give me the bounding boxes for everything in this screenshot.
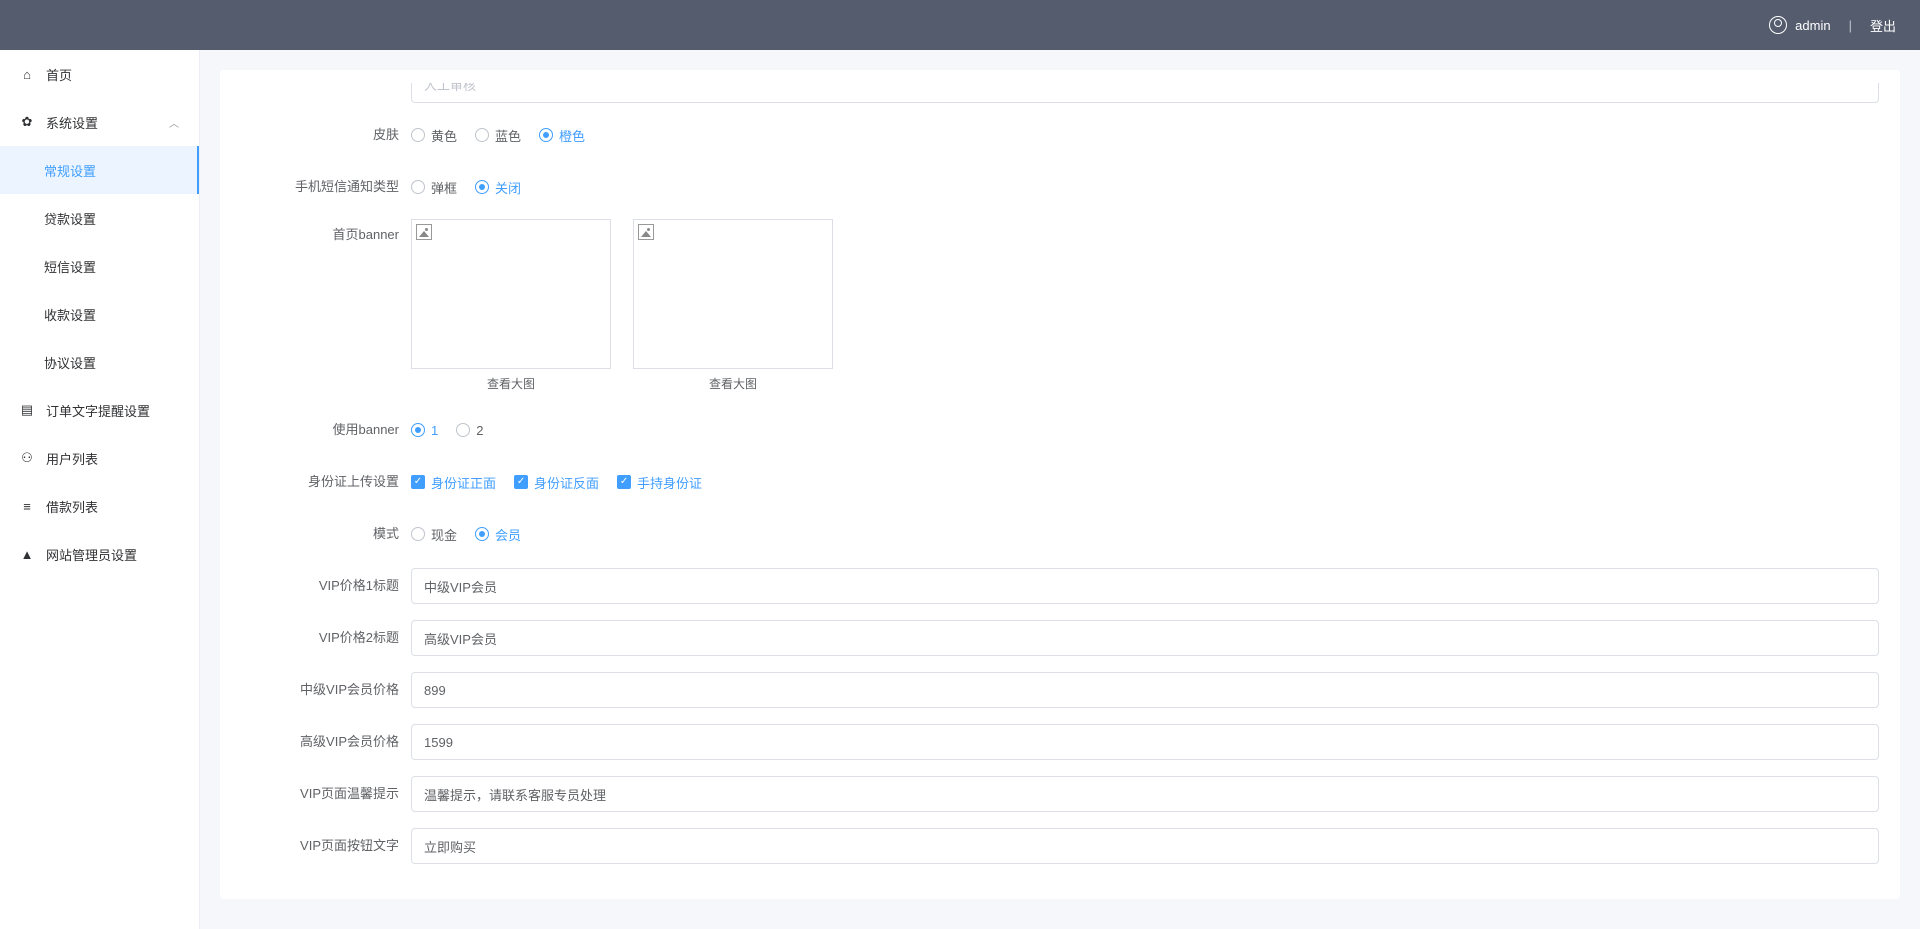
- row-vip2-title: VIP价格2标题: [241, 618, 1879, 658]
- menu-system[interactable]: ✿ 系统设置 ︿: [0, 98, 199, 146]
- topbar: admin | 登出: [0, 0, 1920, 50]
- submenu-receipt[interactable]: 收款设置: [0, 290, 199, 338]
- label-sms-notify: 手机短信通知类型: [241, 171, 411, 203]
- radio-sms-popup[interactable]: 弹框: [411, 178, 457, 197]
- broken-image-icon: [638, 224, 654, 240]
- chk-id-front[interactable]: ✓身份证正面: [411, 473, 496, 492]
- menu-order-reminder-label: 订单文字提醒设置: [46, 401, 150, 420]
- input-vip2-title[interactable]: [411, 620, 1879, 656]
- menu-home[interactable]: ⌂ 首页: [0, 50, 199, 98]
- radio-skin-yellow[interactable]: 黄色: [411, 126, 457, 145]
- menu-system-label: 系统设置: [46, 113, 98, 132]
- row-mode: 模式 现金 会员: [241, 514, 1879, 554]
- label-mode: 模式: [241, 518, 411, 550]
- submenu-agreement[interactable]: 协议设置: [0, 338, 199, 386]
- input-high-vip-price[interactable]: [411, 724, 1879, 760]
- users-icon: ⚇: [20, 451, 34, 465]
- radio-skin-blue[interactable]: 蓝色: [475, 126, 521, 145]
- label-vip1-title: VIP价格1标题: [241, 570, 411, 602]
- label-use-banner: 使用banner: [241, 414, 411, 446]
- label-skin: 皮肤: [241, 119, 411, 151]
- radio-sms-off[interactable]: 关闭: [475, 178, 521, 197]
- document-icon: ▤: [20, 403, 34, 417]
- label-id-upload: 身份证上传设置: [241, 466, 411, 498]
- menu-order-reminder[interactable]: ▤ 订单文字提醒设置: [0, 386, 199, 434]
- radio-mode-member[interactable]: 会员: [475, 525, 521, 544]
- row-high-vip-price: 高级VIP会员价格: [241, 722, 1879, 762]
- menu-users-label: 用户列表: [46, 449, 98, 468]
- cutoff-placeholder: 人工审核: [411, 83, 1879, 103]
- input-vip-tip[interactable]: [411, 776, 1879, 812]
- sidebar: ⌂ 首页 ✿ 系统设置 ︿ 常规设置 贷款设置 短信设置 收款设置: [0, 50, 200, 929]
- menu-home-label: 首页: [46, 65, 72, 84]
- banner-image-1[interactable]: [411, 219, 611, 369]
- submenu-general[interactable]: 常规设置: [0, 146, 199, 194]
- radio-use-banner-1[interactable]: 1: [411, 423, 438, 438]
- banner-image-2[interactable]: [633, 219, 833, 369]
- row-id-upload: 身份证上传设置 ✓身份证正面 ✓身份证反面 ✓手持身份证: [241, 462, 1879, 502]
- row-skin: 皮肤 黄色 蓝色 橙色: [241, 115, 1879, 155]
- row-vip-tip: VIP页面温馨提示: [241, 774, 1879, 814]
- row-vip-btn-text: VIP页面按钮文字: [241, 826, 1879, 866]
- input-mid-vip-price[interactable]: [411, 672, 1879, 708]
- input-vip1-title[interactable]: [411, 568, 1879, 604]
- username[interactable]: admin: [1795, 18, 1830, 33]
- submenu-sms-label: 短信设置: [44, 257, 96, 276]
- menu-loans[interactable]: ≡ 借款列表: [0, 482, 199, 530]
- row-cutoff: 人工审核: [241, 83, 1879, 103]
- content-area: 人工审核 皮肤 黄色 蓝色 橙色 手机短信通知类型 弹框: [200, 50, 1920, 929]
- label-vip-tip: VIP页面温馨提示: [241, 778, 411, 810]
- radio-skin-orange[interactable]: 橙色: [539, 126, 585, 145]
- view-big-1[interactable]: 查看大图: [411, 369, 611, 398]
- menu-admins[interactable]: ▲ 网站管理员设置: [0, 530, 199, 578]
- label-vip-btn-text: VIP页面按钮文字: [241, 830, 411, 862]
- banner-slot-2: 查看大图: [633, 219, 833, 398]
- person-icon: ▲: [20, 547, 34, 561]
- submenu-general-label: 常规设置: [44, 161, 96, 180]
- divider: |: [1849, 18, 1852, 33]
- menu-loans-label: 借款列表: [46, 497, 98, 516]
- submenu-sms[interactable]: 短信设置: [0, 242, 199, 290]
- row-banner: 首页banner 查看大图 查看大图: [241, 219, 1879, 398]
- row-use-banner: 使用banner 1 2: [241, 410, 1879, 450]
- home-icon: ⌂: [20, 67, 34, 81]
- avatar-icon: [1769, 16, 1787, 34]
- label-vip2-title: VIP价格2标题: [241, 622, 411, 654]
- menu-admins-label: 网站管理员设置: [46, 545, 137, 564]
- row-vip1-title: VIP价格1标题: [241, 566, 1879, 606]
- row-mid-vip-price: 中级VIP会员价格: [241, 670, 1879, 710]
- submenu-receipt-label: 收款设置: [44, 305, 96, 324]
- view-big-2[interactable]: 查看大图: [633, 369, 833, 398]
- label-banner: 首页banner: [241, 219, 411, 251]
- user-block: admin | 登出: [1769, 16, 1896, 35]
- submenu-loan[interactable]: 贷款设置: [0, 194, 199, 242]
- input-vip-btn-text[interactable]: [411, 828, 1879, 864]
- submenu-loan-label: 贷款设置: [44, 209, 96, 228]
- gear-icon: ✿: [20, 115, 34, 129]
- broken-image-icon: [416, 224, 432, 240]
- label-mid-vip-price: 中级VIP会员价格: [241, 674, 411, 706]
- logout-link[interactable]: 登出: [1870, 16, 1896, 35]
- form-panel: 人工审核 皮肤 黄色 蓝色 橙色 手机短信通知类型 弹框: [220, 70, 1900, 899]
- radio-mode-cash[interactable]: 现金: [411, 525, 457, 544]
- menu-users[interactable]: ⚇ 用户列表: [0, 434, 199, 482]
- chk-id-hand[interactable]: ✓手持身份证: [617, 473, 702, 492]
- label-high-vip-price: 高级VIP会员价格: [241, 726, 411, 758]
- submenu-system: 常规设置 贷款设置 短信设置 收款设置 协议设置: [0, 146, 199, 386]
- radio-use-banner-2[interactable]: 2: [456, 423, 483, 438]
- banner-slot-1: 查看大图: [411, 219, 611, 398]
- chk-id-back[interactable]: ✓身份证反面: [514, 473, 599, 492]
- row-sms-notify: 手机短信通知类型 弹框 关闭: [241, 167, 1879, 207]
- chevron-up-icon: ︿: [169, 115, 179, 130]
- submenu-agreement-label: 协议设置: [44, 353, 96, 372]
- list-icon: ≡: [20, 499, 34, 513]
